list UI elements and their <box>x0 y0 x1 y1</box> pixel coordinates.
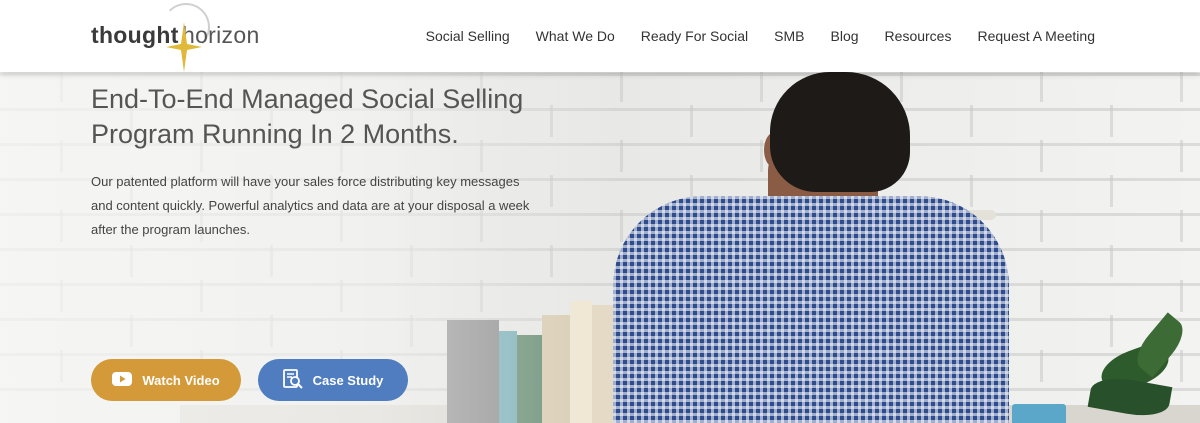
logo[interactable]: thought horizon <box>91 0 271 72</box>
hero-subtext: Our patented platform will have your sal… <box>91 170 561 242</box>
case-study-label: Case Study <box>312 372 384 388</box>
nav-item-request-a-meeting[interactable]: Request A Meeting <box>977 28 1095 44</box>
person-head <box>770 72 910 192</box>
nav-item-resources[interactable]: Resources <box>885 28 952 44</box>
watch-video-label: Watch Video <box>142 372 220 388</box>
nav-item-smb[interactable]: SMB <box>774 28 804 44</box>
site-header: thought horizon Social Selling What We D… <box>0 0 1200 72</box>
nav-item-blog[interactable]: Blog <box>831 28 859 44</box>
person-shirt <box>613 196 1009 423</box>
hero-subtext-line-2: and content quickly. Powerful analytics … <box>91 198 530 213</box>
hero-headline: End-To-End Managed Social Selling Progra… <box>91 82 611 152</box>
mug <box>1012 404 1066 423</box>
nav-item-what-we-do[interactable]: What We Do <box>536 28 615 44</box>
document-search-icon <box>282 368 303 392</box>
main-nav: Social Selling What We Do Ready For Soci… <box>426 0 1095 72</box>
star-icon <box>166 22 202 72</box>
hero-headline-line-2: Program Running In 2 Months. <box>91 119 459 149</box>
youtube-play-icon <box>112 371 133 389</box>
hero-subtext-line-3: after the program launches. <box>91 222 250 237</box>
nav-item-ready-for-social[interactable]: Ready For Social <box>641 28 748 44</box>
hero-subtext-line-1: Our patented platform will have your sal… <box>91 174 520 189</box>
hero-headline-line-1: End-To-End Managed Social Selling <box>91 84 524 114</box>
nav-item-social-selling[interactable]: Social Selling <box>426 28 510 44</box>
case-study-button[interactable]: Case Study <box>258 359 408 401</box>
watch-video-button[interactable]: Watch Video <box>91 359 241 401</box>
